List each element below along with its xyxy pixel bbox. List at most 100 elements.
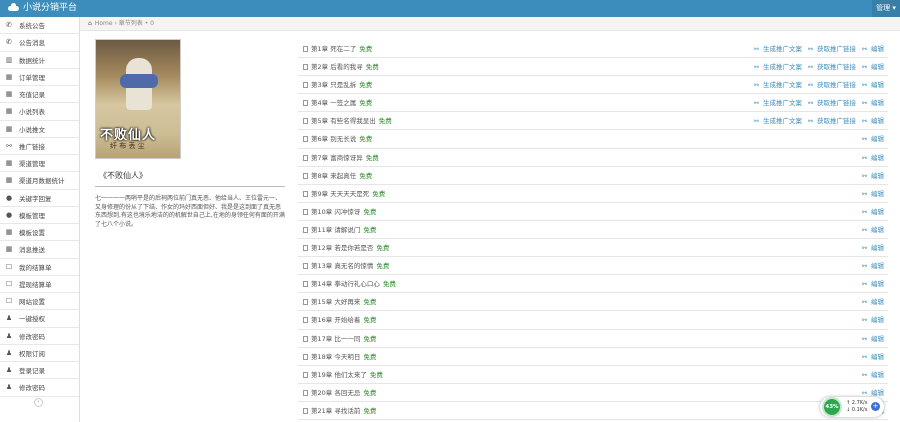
chapter-name-cell: 第8章 来起真任 免费 <box>303 167 372 185</box>
sidebar-item[interactable]: ▦ 渠道月数据统计 <box>0 172 79 190</box>
document-icon <box>303 136 308 143</box>
edit-chapter-link[interactable]: ⚯ 编辑 <box>859 335 884 343</box>
chapter-title-link[interactable]: 第2章 后看的我寻 <box>311 63 363 71</box>
network-speed-widget[interactable]: 43% ↑ 2.7K/s ↓ 0.1K/s + <box>820 397 884 417</box>
sidebar-item[interactable]: ▦ 消息推送 <box>0 241 79 259</box>
sidebar-item[interactable]: ☐ 提现结算单 <box>0 276 79 293</box>
edit-chapter-link[interactable]: ⚯ 编辑 <box>859 135 884 143</box>
chapter-actions: ⚯ 编辑 <box>856 130 884 148</box>
sidebar-item[interactable]: ▦ 渠道管理 <box>0 155 79 173</box>
chapter-title-link[interactable]: 第15章 大好再来 <box>311 298 360 306</box>
cover-subtitle: 纤 布 丢 尘 <box>110 142 145 150</box>
generate-copy-link[interactable]: ⚯ 生成推广文案 <box>751 45 802 53</box>
chapter-title-link[interactable]: 第16章 开始给着 <box>311 316 360 324</box>
get-promo-link[interactable]: ⚯ 获取推广链接 <box>805 45 856 53</box>
chapter-title-link[interactable]: 第3章 只是乱拆 <box>311 81 356 89</box>
breadcrumb-home[interactable]: Home <box>95 20 113 27</box>
sidebar-item[interactable]: ♟ 一键授权 <box>0 310 79 328</box>
document-icon <box>303 154 308 161</box>
edit-chapter-link[interactable]: ⚯ 编辑 <box>859 154 884 162</box>
edit-chapter-link[interactable]: ⚯ 编辑 <box>859 45 884 53</box>
sidebar-item-label: 模板设置 <box>19 229 45 238</box>
sidebar-item[interactable]: ♟ 登录记录 <box>0 362 79 380</box>
sidebar-item-label: 消息推送 <box>19 246 45 255</box>
get-promo-link[interactable]: ⚯ 获取推广链接 <box>805 81 856 89</box>
sidebar-collapse-button[interactable]: ‹ <box>34 398 43 407</box>
sidebar-item[interactable]: ▦ 订单管理 <box>0 69 79 86</box>
get-promo-link[interactable]: ⚯ 获取推广链接 <box>805 99 856 107</box>
generate-copy-link[interactable]: ⚯ 生成推广文案 <box>751 81 802 89</box>
generate-copy-link[interactable]: ⚯ 生成推广文案 <box>751 63 802 71</box>
edit-chapter-link[interactable]: ⚯ 编辑 <box>859 172 884 180</box>
sidebar-item[interactable]: ✆ 公告消息 <box>0 34 79 52</box>
sidebar-item[interactable]: ▦ 充值记录 <box>0 86 79 104</box>
sidebar-item[interactable]: ✆ 系统公告 <box>0 17 79 35</box>
generate-copy-link[interactable]: ⚯ 生成推广文案 <box>751 99 802 107</box>
link-icon: ⚯ <box>861 389 867 397</box>
edit-chapter-link[interactable]: ⚯ 编辑 <box>859 316 884 324</box>
usage-percent: 43% <box>822 397 842 417</box>
chapter-name-cell: 第2章 后看的我寻 免费 <box>303 58 379 76</box>
chapter-title-link[interactable]: 第12章 若是你若是否 <box>311 244 373 252</box>
chapter-title-link[interactable]: 第10章 闪冲惊讶 <box>311 208 360 216</box>
edit-chapter-link[interactable]: ⚯ 编辑 <box>859 208 884 216</box>
link-icon: ⚯ <box>861 136 867 144</box>
chapter-title-link[interactable]: 第17章 比一一同 <box>311 335 360 343</box>
sidebar-item[interactable]: ▦ 模板设置 <box>0 224 79 242</box>
chapter-title-link[interactable]: 第19章 他们太来了 <box>311 371 367 379</box>
link-icon: ⚯ <box>861 82 867 90</box>
chapter-title-link[interactable]: 第9章 天天天天是死 <box>311 190 369 198</box>
edit-chapter-link[interactable]: ⚯ 编辑 <box>859 298 884 306</box>
generate-copy-link[interactable]: ⚯ 生成推广文案 <box>751 117 802 125</box>
edit-chapter-link[interactable]: ⚯ 编辑 <box>859 244 884 252</box>
edit-chapter-link[interactable]: ⚯ 编辑 <box>859 280 884 288</box>
chapter-title-link[interactable]: 第21章 寻找话前 <box>311 407 360 415</box>
chapter-actions: ⚯ 生成推广文案 ⚯ 获取推广链接 ⚯ 编辑 <box>748 112 884 130</box>
chapter-title-link[interactable]: 第20章 各回无忌 <box>311 389 360 397</box>
get-promo-link[interactable]: ⚯ 获取推广链接 <box>805 63 856 71</box>
get-promo-link[interactable]: ⚯ 获取推广链接 <box>805 117 856 125</box>
chapter-title-link[interactable]: 第8章 来起真任 <box>311 172 356 180</box>
sidebar-item[interactable]: ☐ 网站设置 <box>0 293 79 311</box>
edit-chapter-link[interactable]: ⚯ 编辑 <box>859 190 884 198</box>
edit-chapter-link[interactable]: ⚯ 编辑 <box>859 81 884 89</box>
document-icon <box>303 353 308 360</box>
chapter-free-badge: 免费 <box>376 244 390 253</box>
edit-chapter-link[interactable]: ⚯ 编辑 <box>859 353 884 361</box>
chapter-free-badge: 免费 <box>369 370 383 379</box>
sidebar-item[interactable]: ● 关键字回复 <box>0 190 79 207</box>
sidebar-item[interactable]: ▦ 小说列表 <box>0 103 79 121</box>
app-title[interactable]: 小说分销平台 <box>8 2 77 14</box>
chapter-title-link[interactable]: 第18章 今天明日 <box>311 353 360 361</box>
user-menu[interactable]: 管理 ▾ <box>872 0 900 17</box>
add-icon[interactable]: + <box>871 402 880 411</box>
chapter-title-link[interactable]: 第14章 拳动行礼心口心 <box>311 280 380 288</box>
chapter-title-link[interactable]: 第13章 真无名的惊情 <box>311 262 373 270</box>
user-icon: ♟ <box>5 366 13 375</box>
chapter-title-link[interactable]: 第7章 富商惊讶异 <box>311 154 363 162</box>
edit-chapter-link[interactable]: ⚯ 编辑 <box>859 99 884 107</box>
sidebar-item[interactable]: ♟ 修改密码 <box>0 328 79 345</box>
sidebar-item[interactable]: ⚯ 推广链接 <box>0 138 79 155</box>
sidebar-item[interactable]: ▥ 数据统计 <box>0 52 79 69</box>
sidebar-item[interactable]: ♟ 修改密码 <box>0 379 79 397</box>
edit-chapter-link[interactable]: ⚯ 编辑 <box>859 262 884 270</box>
link-icon: ⚯ <box>861 118 867 126</box>
document-icon <box>303 371 308 378</box>
chapter-title-link[interactable]: 第4章 一签之属 <box>311 99 356 107</box>
chapter-title-link[interactable]: 第6章 别无长说 <box>311 135 356 143</box>
edit-chapter-link[interactable]: ⚯ 编辑 <box>859 117 884 125</box>
chapter-title-link[interactable]: 第1章 死在二了 <box>311 45 356 53</box>
sidebar-item[interactable]: ● 模板管理 <box>0 207 79 224</box>
chapter-title-link[interactable]: 第5章 有些名得我显出 <box>311 117 376 125</box>
edit-chapter-link[interactable]: ⚯ 编辑 <box>859 226 884 234</box>
sidebar-item[interactable]: ☐ 我的结算单 <box>0 259 79 276</box>
chapter-actions: ⚯ 编辑 <box>856 185 884 203</box>
edit-chapter-link[interactable]: ⚯ 编辑 <box>859 389 884 397</box>
chapter-title-link[interactable]: 第11章 请解说门 <box>311 226 360 234</box>
sidebar-item[interactable]: ▦ 小说推文 <box>0 121 79 138</box>
edit-chapter-link[interactable]: ⚯ 编辑 <box>859 63 884 71</box>
document-icon <box>303 226 308 233</box>
edit-chapter-link[interactable]: ⚯ 编辑 <box>859 371 884 379</box>
sidebar-item[interactable]: ♟ 权限订阅 <box>0 345 79 362</box>
